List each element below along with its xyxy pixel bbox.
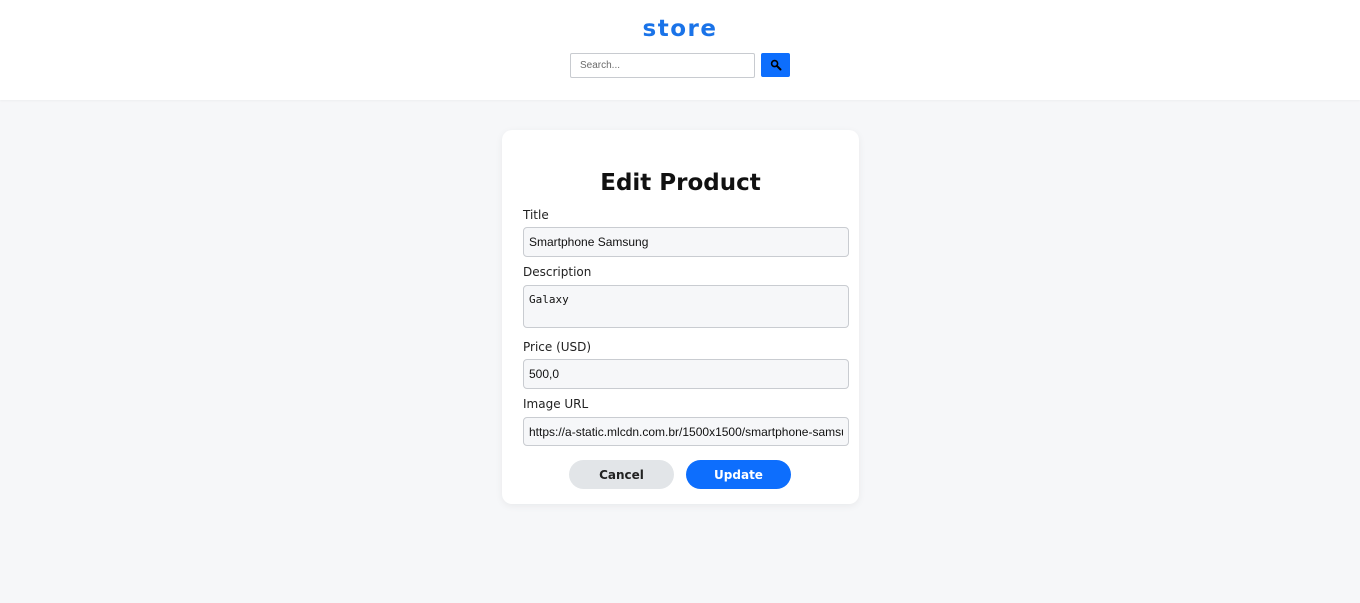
description-field[interactable]: Galaxy <box>523 285 849 328</box>
image-url-label: Image URL <box>523 397 589 411</box>
search-icon <box>770 59 781 71</box>
page-title: Edit Product <box>600 170 761 196</box>
update-button[interactable]: Update <box>686 460 791 489</box>
site-header: store <box>0 0 1360 100</box>
price-field[interactable] <box>523 359 849 389</box>
image-url-field[interactable] <box>523 417 849 446</box>
search-button[interactable] <box>761 53 790 77</box>
search-input[interactable] <box>570 53 755 78</box>
brand-logo[interactable]: store <box>0 16 1360 42</box>
title-field[interactable] <box>523 227 849 257</box>
title-label: Title <box>523 208 549 222</box>
description-label: Description <box>523 265 592 279</box>
edit-product-card: Edit Product Title Description Galaxy Pr… <box>502 130 859 504</box>
cancel-button[interactable]: Cancel <box>569 460 674 489</box>
price-label: Price (USD) <box>523 340 592 354</box>
